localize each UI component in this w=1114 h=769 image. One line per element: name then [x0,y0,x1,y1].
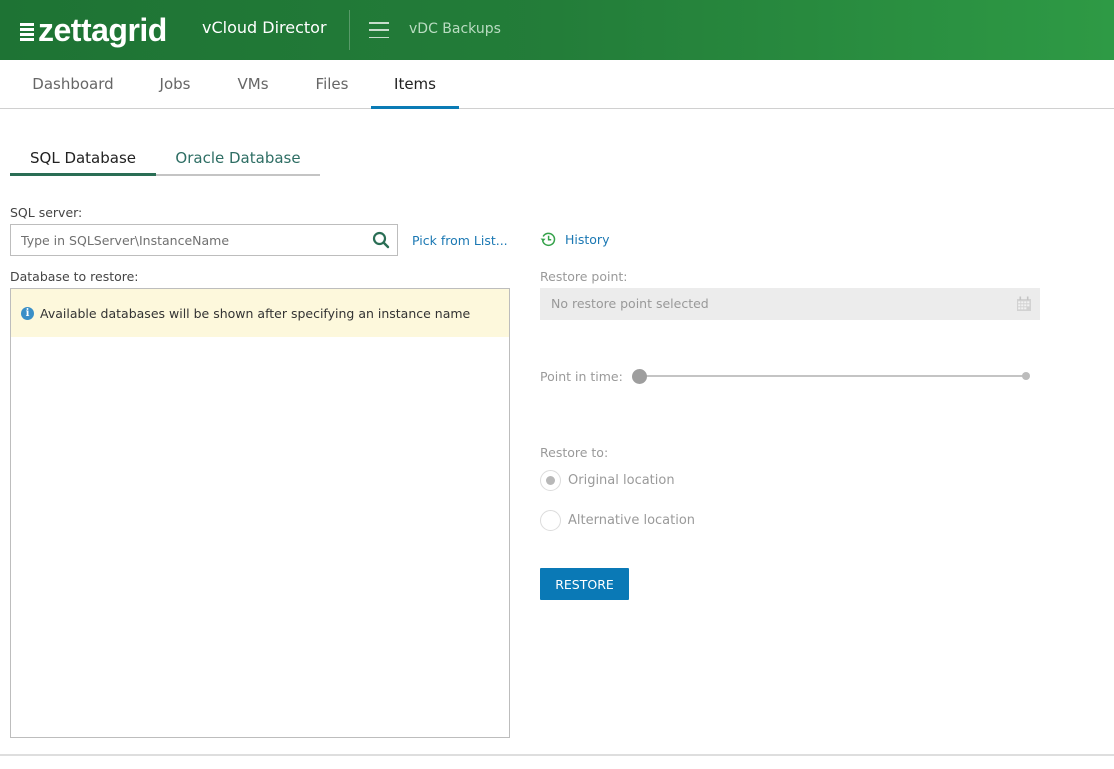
restore-to-label: Restore to: [540,445,609,460]
calendar-icon[interactable] [1016,296,1032,312]
tab-items[interactable]: Items [371,60,459,109]
main-nav: Dashboard Jobs VMs Files Items [0,60,1114,109]
history-link[interactable]: History [540,231,609,248]
tab-dashboard[interactable]: Dashboard [18,60,128,108]
restore-point-field[interactable]: No restore point selected [540,288,1040,320]
slider-track [638,375,1028,377]
point-in-time-label: Point in time: [540,369,623,384]
radio-button[interactable] [540,470,561,491]
footer-divider [0,754,1114,756]
notice-text: Available databases will be shown after … [40,305,471,321]
info-icon: i [21,306,34,320]
tab-jobs[interactable]: Jobs [143,60,207,108]
restore-point-label: Restore point: [540,269,628,284]
app-header: zettagrid vCloud Director vDC Backups [0,0,1114,60]
tab-sql-database[interactable]: SQL Database [10,140,156,176]
slider-thumb[interactable] [632,369,647,384]
tab-vms[interactable]: VMs [220,60,286,108]
sql-server-label: SQL server: [10,205,83,220]
radio-button[interactable] [540,510,561,531]
header-divider [349,10,350,50]
history-clock-icon [540,232,556,247]
database-to-restore-label: Database to restore: [10,269,139,284]
tab-files[interactable]: Files [298,60,366,108]
pick-from-list-link[interactable]: Pick from List... [412,233,508,248]
hamburger-menu-icon[interactable] [369,22,389,38]
app-title: vCloud Director [202,18,327,37]
history-label[interactable]: History [565,232,609,247]
point-in-time-slider[interactable] [632,366,1034,386]
database-type-tabs: SQL Database Oracle Database [10,140,320,176]
sql-server-field [10,224,398,256]
slider-end-marker [1022,372,1030,380]
radio-alternative-location[interactable]: Alternative location [540,510,695,531]
radio-label: Alternative location [568,513,696,528]
database-list[interactable]: i Available databases will be shown afte… [10,288,510,738]
tab-oracle-database[interactable]: Oracle Database [156,140,320,174]
info-notice: i Available databases will be shown afte… [11,289,509,337]
logo-stack-icon [20,23,34,41]
radio-label: Original location [568,473,675,488]
restore-button[interactable]: RESTORE [540,568,629,600]
sql-server-input[interactable] [11,225,361,255]
logo-text: zettagrid [38,11,167,48]
zettagrid-logo[interactable]: zettagrid [20,12,167,48]
radio-original-location[interactable]: Original location [540,470,675,491]
restore-point-value: No restore point selected [551,296,709,311]
breadcrumb[interactable]: vDC Backups [409,21,501,37]
search-icon[interactable] [372,231,390,249]
